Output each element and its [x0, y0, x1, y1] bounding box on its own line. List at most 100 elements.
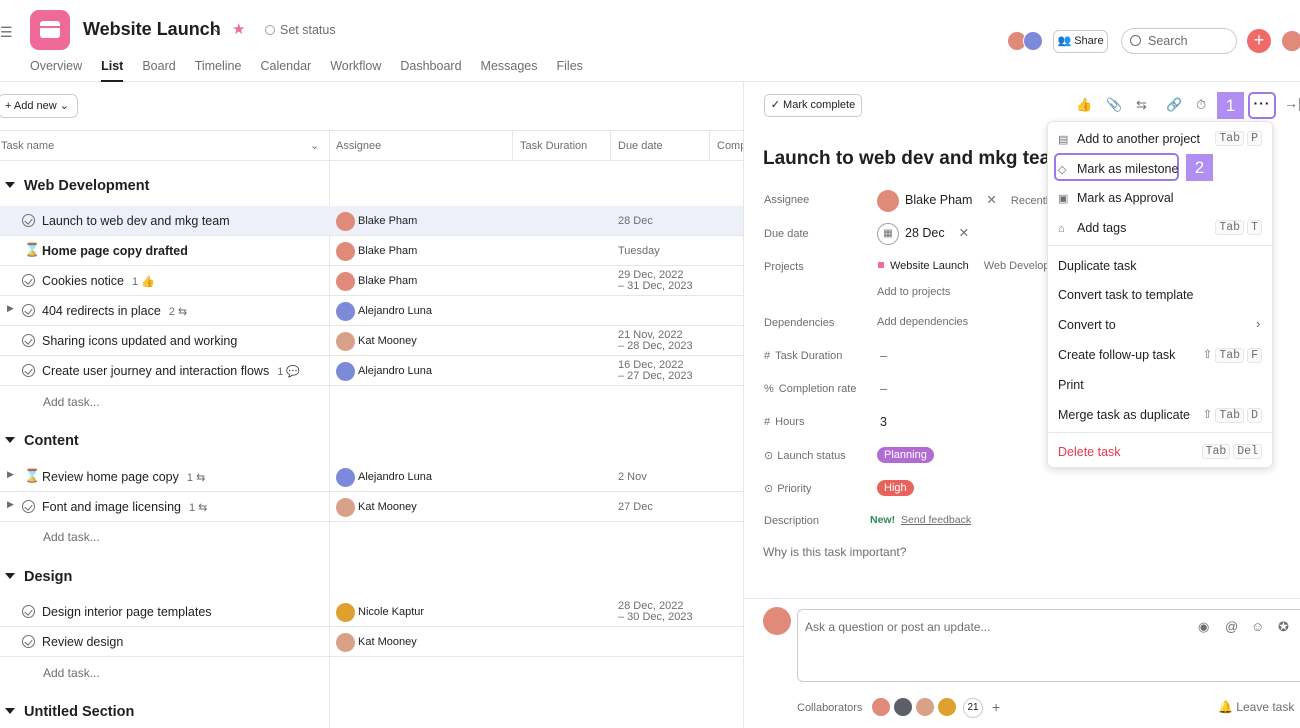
- menu-item-follow-up[interactable]: Create follow-up task: [1058, 348, 1175, 362]
- due-date[interactable]: 28 Dec: [618, 216, 653, 227]
- tab-overview[interactable]: Overview: [30, 59, 82, 82]
- share-button[interactable]: 👥 Share: [1053, 30, 1108, 53]
- caret-down-icon[interactable]: [5, 182, 15, 188]
- add-dependencies-link[interactable]: Add dependencies: [877, 316, 968, 328]
- assignee[interactable]: Kat Mooney: [336, 497, 417, 517]
- avatar[interactable]: [937, 697, 957, 717]
- checkmark-icon[interactable]: [22, 304, 35, 317]
- menu-item-duplicate[interactable]: Duplicate task: [1058, 259, 1137, 273]
- tab-timeline[interactable]: Timeline: [195, 59, 242, 82]
- table-row[interactable]: ⌛ Home page copy drafted Blake Pham Tues…: [0, 236, 743, 266]
- table-row[interactable]: Launch to web dev and mkg team Blake Pha…: [0, 206, 743, 236]
- table-row[interactable]: Create user journey and interaction flow…: [0, 356, 743, 386]
- project-chip[interactable]: Website Launch Web Develop: [878, 260, 1050, 272]
- menu-icon[interactable]: ☰: [0, 24, 13, 41]
- due-date[interactable]: Tuesday: [618, 246, 660, 257]
- task-name[interactable]: Review design: [42, 627, 123, 657]
- search-input[interactable]: Search: [1121, 28, 1237, 54]
- due-date[interactable]: 29 Dec, 2022– 31 Dec, 2023: [618, 270, 693, 292]
- chevron-down-icon[interactable]: ⌄: [211, 20, 222, 36]
- table-row[interactable]: ▶ Font and image licensing 1 ⇆ Kat Mooney…: [0, 492, 743, 522]
- task-name[interactable]: Create user journey and interaction flow…: [42, 356, 300, 387]
- hours-value[interactable]: 3: [880, 415, 887, 429]
- project-title[interactable]: Website Launch: [83, 19, 221, 40]
- menu-item-delete[interactable]: Delete task: [1058, 445, 1121, 459]
- mention-icon[interactable]: @: [1225, 619, 1238, 634]
- create-button[interactable]: +: [1247, 29, 1271, 53]
- assignee[interactable]: Blake Pham: [336, 241, 417, 261]
- table-row[interactable]: Sharing icons updated and working Kat Mo…: [0, 326, 743, 356]
- assignee[interactable]: Blake Pham: [336, 211, 417, 231]
- tab-files[interactable]: Files: [557, 59, 583, 82]
- column-header-completion[interactable]: Comp: [710, 130, 743, 161]
- table-row[interactable]: Design interior page templates Nicole Ka…: [0, 597, 743, 627]
- completion-rate-value[interactable]: –: [880, 382, 887, 396]
- due-date[interactable]: 2 Nov: [618, 472, 647, 483]
- task-name[interactable]: Launch to web dev and mkg team: [42, 206, 230, 236]
- column-header-assignee[interactable]: Assignee: [330, 130, 513, 161]
- checkmark-icon[interactable]: [22, 635, 35, 648]
- star-icon[interactable]: ★: [232, 20, 245, 38]
- more-actions-button[interactable]: ···: [1248, 92, 1276, 119]
- task-name[interactable]: Sharing icons updated and working: [42, 326, 237, 356]
- menu-item-convert-template[interactable]: Convert task to template: [1058, 288, 1193, 302]
- task-name[interactable]: Design interior page templates: [42, 597, 212, 627]
- avatar[interactable]: [871, 697, 891, 717]
- thumbs-up-icon[interactable]: 👍: [1076, 97, 1092, 113]
- section-untitled[interactable]: Untitled Section: [0, 697, 134, 727]
- expand-icon[interactable]: ▶: [7, 303, 14, 314]
- checkmark-icon[interactable]: [22, 214, 35, 227]
- record-icon[interactable]: ◉: [1198, 619, 1209, 635]
- add-task-link[interactable]: Add task...: [43, 666, 100, 680]
- table-row[interactable]: ▶ ⌛ Review home page copy 1 ⇆ Alejandro L…: [0, 462, 743, 492]
- assignee[interactable]: Nicole Kaptur: [336, 602, 424, 622]
- hourglass-icon[interactable]: ⌛: [24, 242, 40, 258]
- task-name[interactable]: Review home page copy 1 ⇆: [42, 462, 205, 493]
- add-new-button[interactable]: + Add new ⌄: [0, 94, 78, 118]
- assignee[interactable]: Alejandro Luna: [336, 361, 432, 381]
- expand-icon[interactable]: ▶: [7, 499, 14, 510]
- avatar[interactable]: [893, 697, 913, 717]
- remove-icon[interactable]: ✕: [986, 193, 996, 207]
- paperclip-icon[interactable]: 📎: [1106, 97, 1122, 113]
- caret-down-icon[interactable]: [5, 573, 15, 579]
- checkmark-icon[interactable]: [22, 605, 35, 618]
- column-header-due-date[interactable]: Due date: [611, 130, 710, 161]
- mark-complete-button[interactable]: ✓ Mark complete: [764, 94, 862, 117]
- sparkle-icon[interactable]: ✪: [1278, 619, 1289, 635]
- checkmark-icon[interactable]: [22, 500, 35, 513]
- column-header-task-duration[interactable]: Task Duration: [513, 130, 611, 161]
- hourglass-icon[interactable]: ⌛: [24, 468, 40, 484]
- assignee[interactable]: Alejandro Luna: [336, 301, 432, 321]
- task-name[interactable]: 404 redirects in place 2 ⇆: [42, 296, 187, 327]
- launch-status-value[interactable]: Planning: [877, 447, 934, 463]
- task-name[interactable]: Home page copy drafted: [42, 236, 188, 266]
- set-status-button[interactable]: Set status: [265, 23, 336, 37]
- due-date[interactable]: 28 Dec, 2022– 30 Dec, 2023: [618, 601, 693, 623]
- table-row[interactable]: Cookies notice 1 👍 Blake Pham 29 Dec, 202…: [0, 266, 743, 296]
- menu-item-mark-as-milestone[interactable]: ◇ Mark as milestone: [1058, 162, 1178, 176]
- close-pane-icon[interactable]: →|: [1284, 95, 1300, 111]
- collaborator-count[interactable]: 21: [963, 698, 983, 718]
- remove-icon[interactable]: ✕: [959, 226, 969, 240]
- description-input[interactable]: Why is this task important?: [763, 545, 906, 559]
- due-date-field[interactable]: ▦ 28 Dec ✕: [877, 221, 969, 245]
- tab-list[interactable]: List: [101, 59, 124, 82]
- timer-icon[interactable]: ⏱: [1196, 97, 1206, 113]
- chevron-down-icon[interactable]: ⌄: [310, 131, 319, 160]
- add-task-link[interactable]: Add task...: [43, 395, 100, 409]
- subtask-icon[interactable]: ⇆: [1136, 97, 1147, 113]
- checkmark-icon[interactable]: [22, 274, 35, 287]
- checkmark-icon[interactable]: [22, 334, 35, 347]
- menu-item-convert-to[interactable]: Convert to: [1058, 318, 1116, 332]
- add-task-link[interactable]: Add task...: [43, 530, 100, 544]
- priority-value[interactable]: High: [877, 480, 914, 496]
- section-design[interactable]: Design: [0, 562, 72, 592]
- menu-item-mark-as-approval[interactable]: ▣ Mark as Approval: [1058, 191, 1174, 205]
- due-date[interactable]: 27 Dec: [618, 502, 653, 513]
- tab-workflow[interactable]: Workflow: [330, 59, 381, 82]
- task-title[interactable]: Launch to web dev and mkg team: [763, 148, 1053, 170]
- comment-input[interactable]: Ask a question or post an update... ◉ @ …: [797, 609, 1300, 682]
- add-collaborator-icon[interactable]: +: [992, 699, 1000, 715]
- menu-item-merge-duplicate[interactable]: Merge task as duplicate: [1058, 408, 1190, 422]
